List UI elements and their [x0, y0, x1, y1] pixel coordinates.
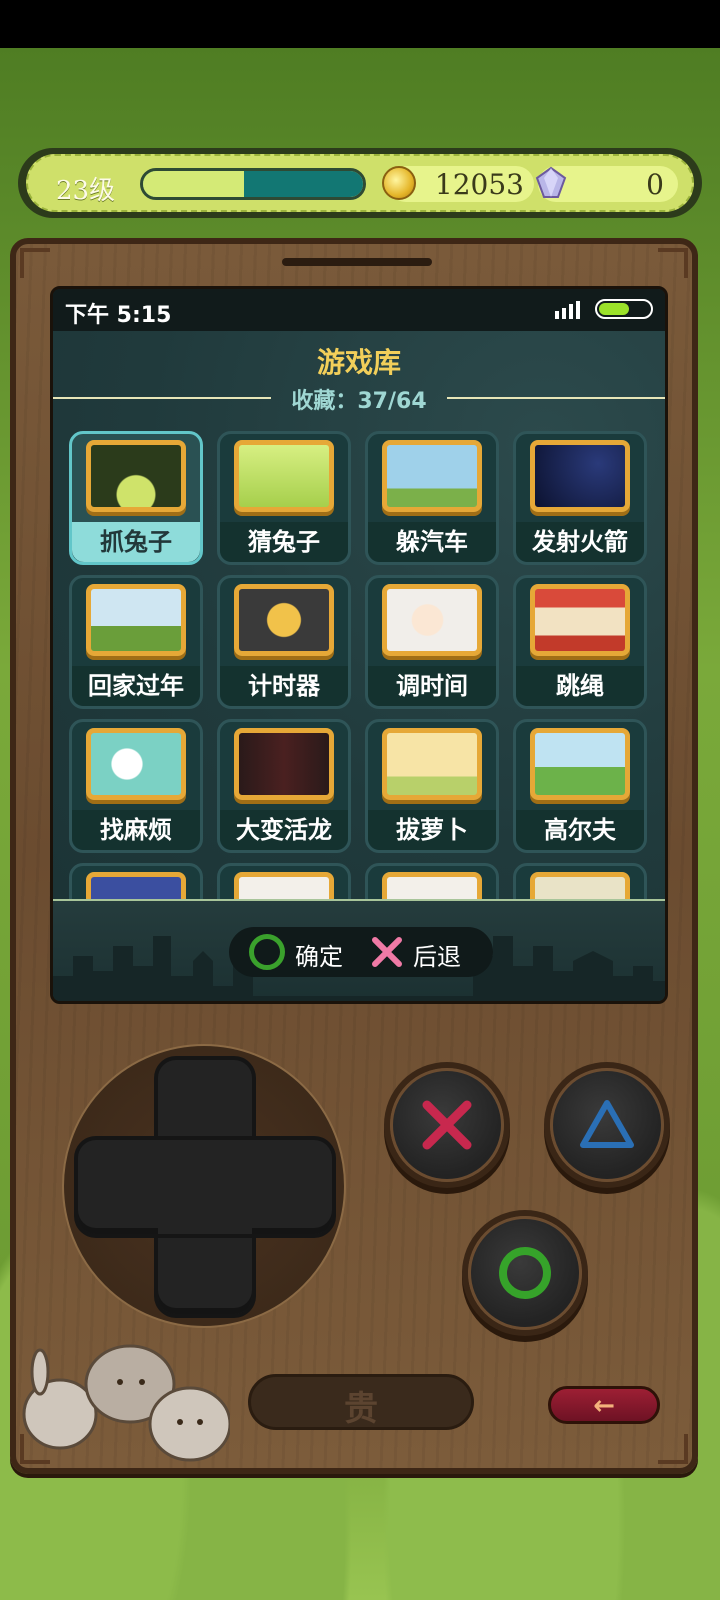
game-thumbnail: [234, 440, 334, 512]
status-time: 下午 5:15: [65, 303, 172, 328]
game-label: 大变活龙: [220, 810, 348, 850]
hint-back: 后退: [413, 943, 461, 971]
signal-icon: [555, 301, 580, 319]
circle-button[interactable]: [468, 1216, 582, 1330]
gem-value: 0: [646, 168, 664, 201]
button-hint: 确定 后退: [229, 927, 493, 977]
console-screen: 下午 5:15 游戏库 收藏：37/64 抓兔子 猜兔子躲汽车 发射火箭 回家过…: [50, 286, 668, 1004]
game-thumbnail: [382, 440, 482, 512]
game-label: 回家过年: [72, 666, 200, 706]
select-button[interactable]: 贵: [248, 1374, 474, 1430]
gem-counter[interactable]: 0: [535, 166, 678, 202]
game-label: 发射火箭: [516, 522, 644, 562]
game-label: 高尔夫: [516, 810, 644, 850]
game-label: 找麻烦: [72, 810, 200, 850]
game-thumbnail: [382, 872, 482, 899]
game-label: 计时器: [220, 666, 348, 706]
game-library: 游戏库 收藏：37/64 抓兔子 猜兔子 躲汽车 发射火箭回家过年 计时器 调时间 跳绳找麻…: [53, 331, 665, 899]
game-card[interactable]: 抓兔子: [69, 431, 203, 565]
game-card[interactable]: 躲汽车: [365, 431, 499, 565]
favorites-count: 收藏：37/64: [291, 389, 427, 414]
player-level: 23级: [56, 176, 116, 206]
game-thumbnail: [86, 872, 186, 899]
game-card[interactable]: 找麻烦: [69, 719, 203, 853]
game-card[interactable]: 发射火箭: [513, 431, 647, 565]
game-thumbnail: [86, 440, 186, 512]
background-scene: 23级 12053 0 下午 5:15 游戏库 收藏：37/64 抓兔子 猜兔子…: [0, 48, 720, 1600]
bunny-decoration: [22, 1344, 230, 1462]
battery-icon: [595, 299, 653, 319]
game-card[interactable]: 高尔夫: [513, 719, 647, 853]
game-label: 拔萝卜: [368, 810, 496, 850]
game-card-partial[interactable]: [69, 863, 203, 899]
hint-area: 确定 后退: [53, 899, 665, 1001]
game-thumbnail: [86, 728, 186, 800]
coin-value: 12053: [434, 168, 524, 201]
favorites-row: 收藏：37/64: [53, 383, 665, 414]
game-card[interactable]: 跳绳: [513, 575, 647, 709]
hint-confirm: 确定: [295, 943, 343, 971]
triangle-button[interactable]: [550, 1068, 664, 1182]
game-label: 躲汽车: [368, 522, 496, 562]
game-card[interactable]: 计时器: [217, 575, 351, 709]
game-label: 跳绳: [516, 666, 644, 706]
game-card-partial[interactable]: [513, 863, 647, 899]
cross-icon: [422, 1100, 472, 1150]
cross-button[interactable]: [390, 1068, 504, 1182]
game-card-partial[interactable]: [217, 863, 351, 899]
xp-progress-fill: [143, 171, 245, 197]
game-card[interactable]: 猜兔子: [217, 431, 351, 565]
triangle-icon: [580, 1100, 634, 1148]
game-card[interactable]: 调时间: [365, 575, 499, 709]
game-thumbnail: [234, 728, 334, 800]
game-thumbnail: [530, 872, 630, 899]
select-label: 贵: [344, 1389, 378, 1429]
circle-icon: [499, 1247, 551, 1299]
resource-bar: 23级 12053 0: [18, 148, 702, 218]
back-button[interactable]: ←: [548, 1386, 660, 1424]
coin-counter[interactable]: 12053: [382, 166, 534, 202]
game-card-partial[interactable]: [365, 863, 499, 899]
speaker-grille: [282, 258, 432, 266]
wooden-console: 下午 5:15 游戏库 收藏：37/64 抓兔子 猜兔子躲汽车 发射火箭 回家过…: [10, 238, 698, 1474]
game-thumbnail: [234, 584, 334, 656]
game-thumbnail: [86, 584, 186, 656]
circle-icon: [249, 934, 285, 970]
game-thumbnail: [234, 872, 334, 899]
game-thumbnail: [530, 584, 630, 656]
game-thumbnail: [382, 584, 482, 656]
game-label: 调时间: [368, 666, 496, 706]
game-thumbnail: [530, 728, 630, 800]
game-card[interactable]: 大变活龙: [217, 719, 351, 853]
back-arrow-icon: ←: [593, 1391, 615, 1421]
game-thumbnail: [382, 728, 482, 800]
phone-status-bar: 下午 5:15: [53, 289, 665, 331]
cross-icon: [372, 937, 402, 967]
game-label: 猜兔子: [220, 522, 348, 562]
diamond-icon: [535, 166, 567, 198]
game-card[interactable]: 回家过年: [69, 575, 203, 709]
page-title: 游戏库: [316, 346, 401, 379]
game-label: 抓兔子: [72, 522, 200, 562]
dpad[interactable]: [62, 1044, 346, 1328]
coin-icon: [382, 166, 416, 200]
game-thumbnail: [530, 440, 630, 512]
game-card[interactable]: 拔萝卜: [365, 719, 499, 853]
xp-progress-bar: [140, 168, 366, 200]
